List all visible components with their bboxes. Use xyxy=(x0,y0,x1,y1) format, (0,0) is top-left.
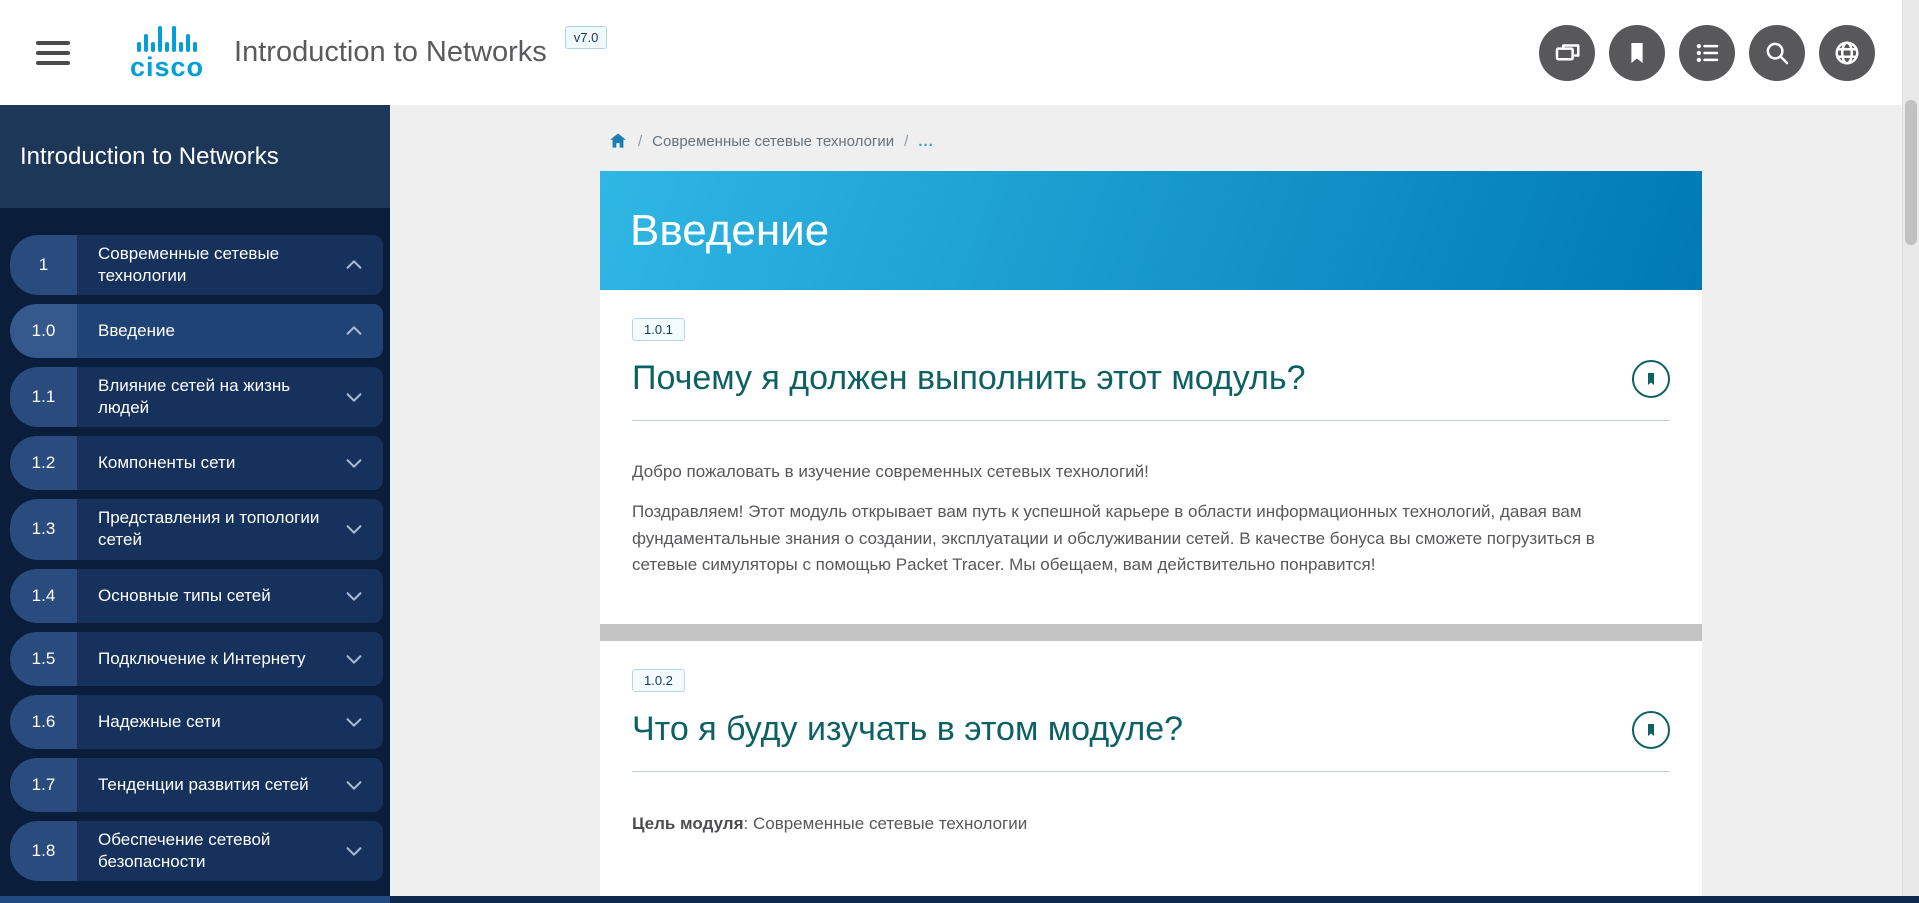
search-button[interactable] xyxy=(1749,25,1805,81)
chevron-icon[interactable] xyxy=(325,367,383,427)
table-of-contents-button[interactable] xyxy=(1679,25,1735,81)
divider xyxy=(632,771,1670,772)
nav-item-number: 1.6 xyxy=(10,695,77,749)
topic-title: Что я буду изучать в этом модуле? xyxy=(632,710,1632,749)
bookmark-topic-button[interactable] xyxy=(1632,360,1670,398)
nav-item-number: 1.2 xyxy=(10,436,77,490)
module-nav: 1 Современные сетевые технологии 1.0 Вве… xyxy=(0,208,390,881)
nav-item-label: Надежные сети xyxy=(77,695,325,749)
page-scrollbar[interactable] xyxy=(1902,0,1919,903)
bookmarks-button[interactable] xyxy=(1609,25,1665,81)
nav-item-number: 1.0 xyxy=(10,304,77,358)
cisco-logo: cisco xyxy=(130,25,204,81)
topic-badge: 1.0.1 xyxy=(632,318,685,341)
sidebar-nav-item-1.4[interactable]: 1.4 Основные типы сетей xyxy=(10,569,383,623)
cisco-logo-text: cisco xyxy=(130,54,204,81)
search-icon xyxy=(1762,38,1792,68)
sidebar-nav-item-1.8[interactable]: 1.8 Обеспечение сетевой безопасности xyxy=(10,821,383,881)
scrollbar-thumb[interactable] xyxy=(1905,100,1917,245)
section-banner: Введение xyxy=(600,171,1702,290)
nav-item-label: Компоненты сети xyxy=(77,436,325,490)
bulleted-list-icon xyxy=(1692,38,1722,68)
chevron-icon[interactable] xyxy=(325,436,383,490)
bookmark-icon xyxy=(1642,721,1660,739)
language-button[interactable] xyxy=(1819,25,1875,81)
divider xyxy=(632,420,1670,421)
goal-text: : Современные сетевые технологии xyxy=(744,814,1028,833)
cisco-logo-bars-icon xyxy=(137,25,197,52)
chevron-icon[interactable] xyxy=(325,304,383,358)
paragraph: Добро пожаловать в изучение современных … xyxy=(632,459,1652,485)
sidebar: Introduction to Networks 1 Современные с… xyxy=(0,105,390,903)
lesson-card: Введение 1.0.1 Почему я должен выполнить… xyxy=(600,171,1702,903)
main-content: / Современные сетевые технологии / ... В… xyxy=(390,105,1902,903)
sidebar-nav-item-1.0[interactable]: 1.0 Введение xyxy=(10,304,383,358)
nav-item-label: Основные типы сетей xyxy=(77,569,325,623)
topic-badge: 1.0.2 xyxy=(632,669,685,692)
header-toolbar xyxy=(1539,25,1875,81)
sidebar-nav-item-1.6[interactable]: 1.6 Надежные сети xyxy=(10,695,383,749)
nav-item-label: Современные сетевые технологии xyxy=(77,235,325,295)
breadcrumb-more-link[interactable]: ... xyxy=(918,133,934,150)
nav-item-label: Тенденции развития сетей xyxy=(77,758,325,812)
goal-label: Цель модуля xyxy=(632,814,744,833)
breadcrumb-separator: / xyxy=(638,133,642,150)
nav-item-label: Введение xyxy=(77,304,325,358)
course-page: cisco Introduction to Networks v7.0 xyxy=(0,0,1919,903)
nav-item-label: Влияние сетей на жизнь людей xyxy=(77,367,325,427)
globe-icon xyxy=(1832,38,1862,68)
sidebar-header: Introduction to Networks xyxy=(0,105,390,208)
bookmark-icon xyxy=(1622,38,1652,68)
nav-item-number: 1.7 xyxy=(10,758,77,812)
course-title: Introduction to Networks xyxy=(234,36,547,69)
nav-item-label: Обеспечение сетевой безопасности xyxy=(77,821,325,881)
home-breadcrumb-button[interactable] xyxy=(608,131,628,151)
breadcrumb: / Современные сетевые технологии / ... xyxy=(390,105,1902,151)
nav-item-number: 1 xyxy=(10,235,77,295)
module-goal: Цель модуля: Современные сетевые техноло… xyxy=(632,814,1670,834)
chevron-icon[interactable] xyxy=(325,235,383,295)
section-separator xyxy=(600,624,1702,641)
topic-title: Почему я должен выполнить этот модуль? xyxy=(632,359,1632,398)
nav-item-number: 1.4 xyxy=(10,569,77,623)
home-icon xyxy=(608,131,628,151)
sidebar-nav-item-1.7[interactable]: 1.7 Тенденции развития сетей xyxy=(10,758,383,812)
bottom-bar xyxy=(0,896,1919,903)
header: cisco Introduction to Networks v7.0 xyxy=(0,0,1919,105)
chevron-icon[interactable] xyxy=(325,632,383,686)
breadcrumb-separator: / xyxy=(904,133,908,150)
chevron-icon[interactable] xyxy=(325,499,383,559)
sidebar-nav-item-1.2[interactable]: 1.2 Компоненты сети xyxy=(10,436,383,490)
breadcrumb-module-link[interactable]: Современные сетевые технологии xyxy=(652,133,894,150)
chevron-icon[interactable] xyxy=(325,758,383,812)
nav-item-label: Представления и топологии сетей xyxy=(77,499,325,559)
nav-item-number: 1.8 xyxy=(10,821,77,881)
sidebar-course-title: Introduction to Networks xyxy=(20,143,279,171)
chevron-icon[interactable] xyxy=(325,695,383,749)
stacked-pages-icon xyxy=(1552,38,1582,68)
chevron-icon[interactable] xyxy=(325,569,383,623)
sidebar-nav-item-1.3[interactable]: 1.3 Представления и топологии сетей xyxy=(10,499,383,559)
bookmark-icon xyxy=(1642,370,1660,388)
nav-item-number: 1.3 xyxy=(10,499,77,559)
nav-item-label: Подключение к Интернету xyxy=(77,632,325,686)
banner-title: Введение xyxy=(630,206,829,256)
chevron-icon[interactable] xyxy=(325,821,383,881)
nav-item-number: 1.5 xyxy=(10,632,77,686)
nav-item-number: 1.1 xyxy=(10,367,77,427)
bookmark-topic-button[interactable] xyxy=(1632,711,1670,749)
sidebar-nav-item-1.5[interactable]: 1.5 Подключение к Интернету xyxy=(10,632,383,686)
version-badge: v7.0 xyxy=(565,26,608,49)
sidebar-nav-item-1[interactable]: 1 Современные сетевые технологии xyxy=(10,235,383,295)
sidebar-nav-item-1.1[interactable]: 1.1 Влияние сетей на жизнь людей xyxy=(10,367,383,427)
stacked-pages-button[interactable] xyxy=(1539,25,1595,81)
hamburger-menu-icon[interactable] xyxy=(36,41,70,65)
paragraph: Поздравляем! Этот модуль открывает вам п… xyxy=(632,499,1652,578)
